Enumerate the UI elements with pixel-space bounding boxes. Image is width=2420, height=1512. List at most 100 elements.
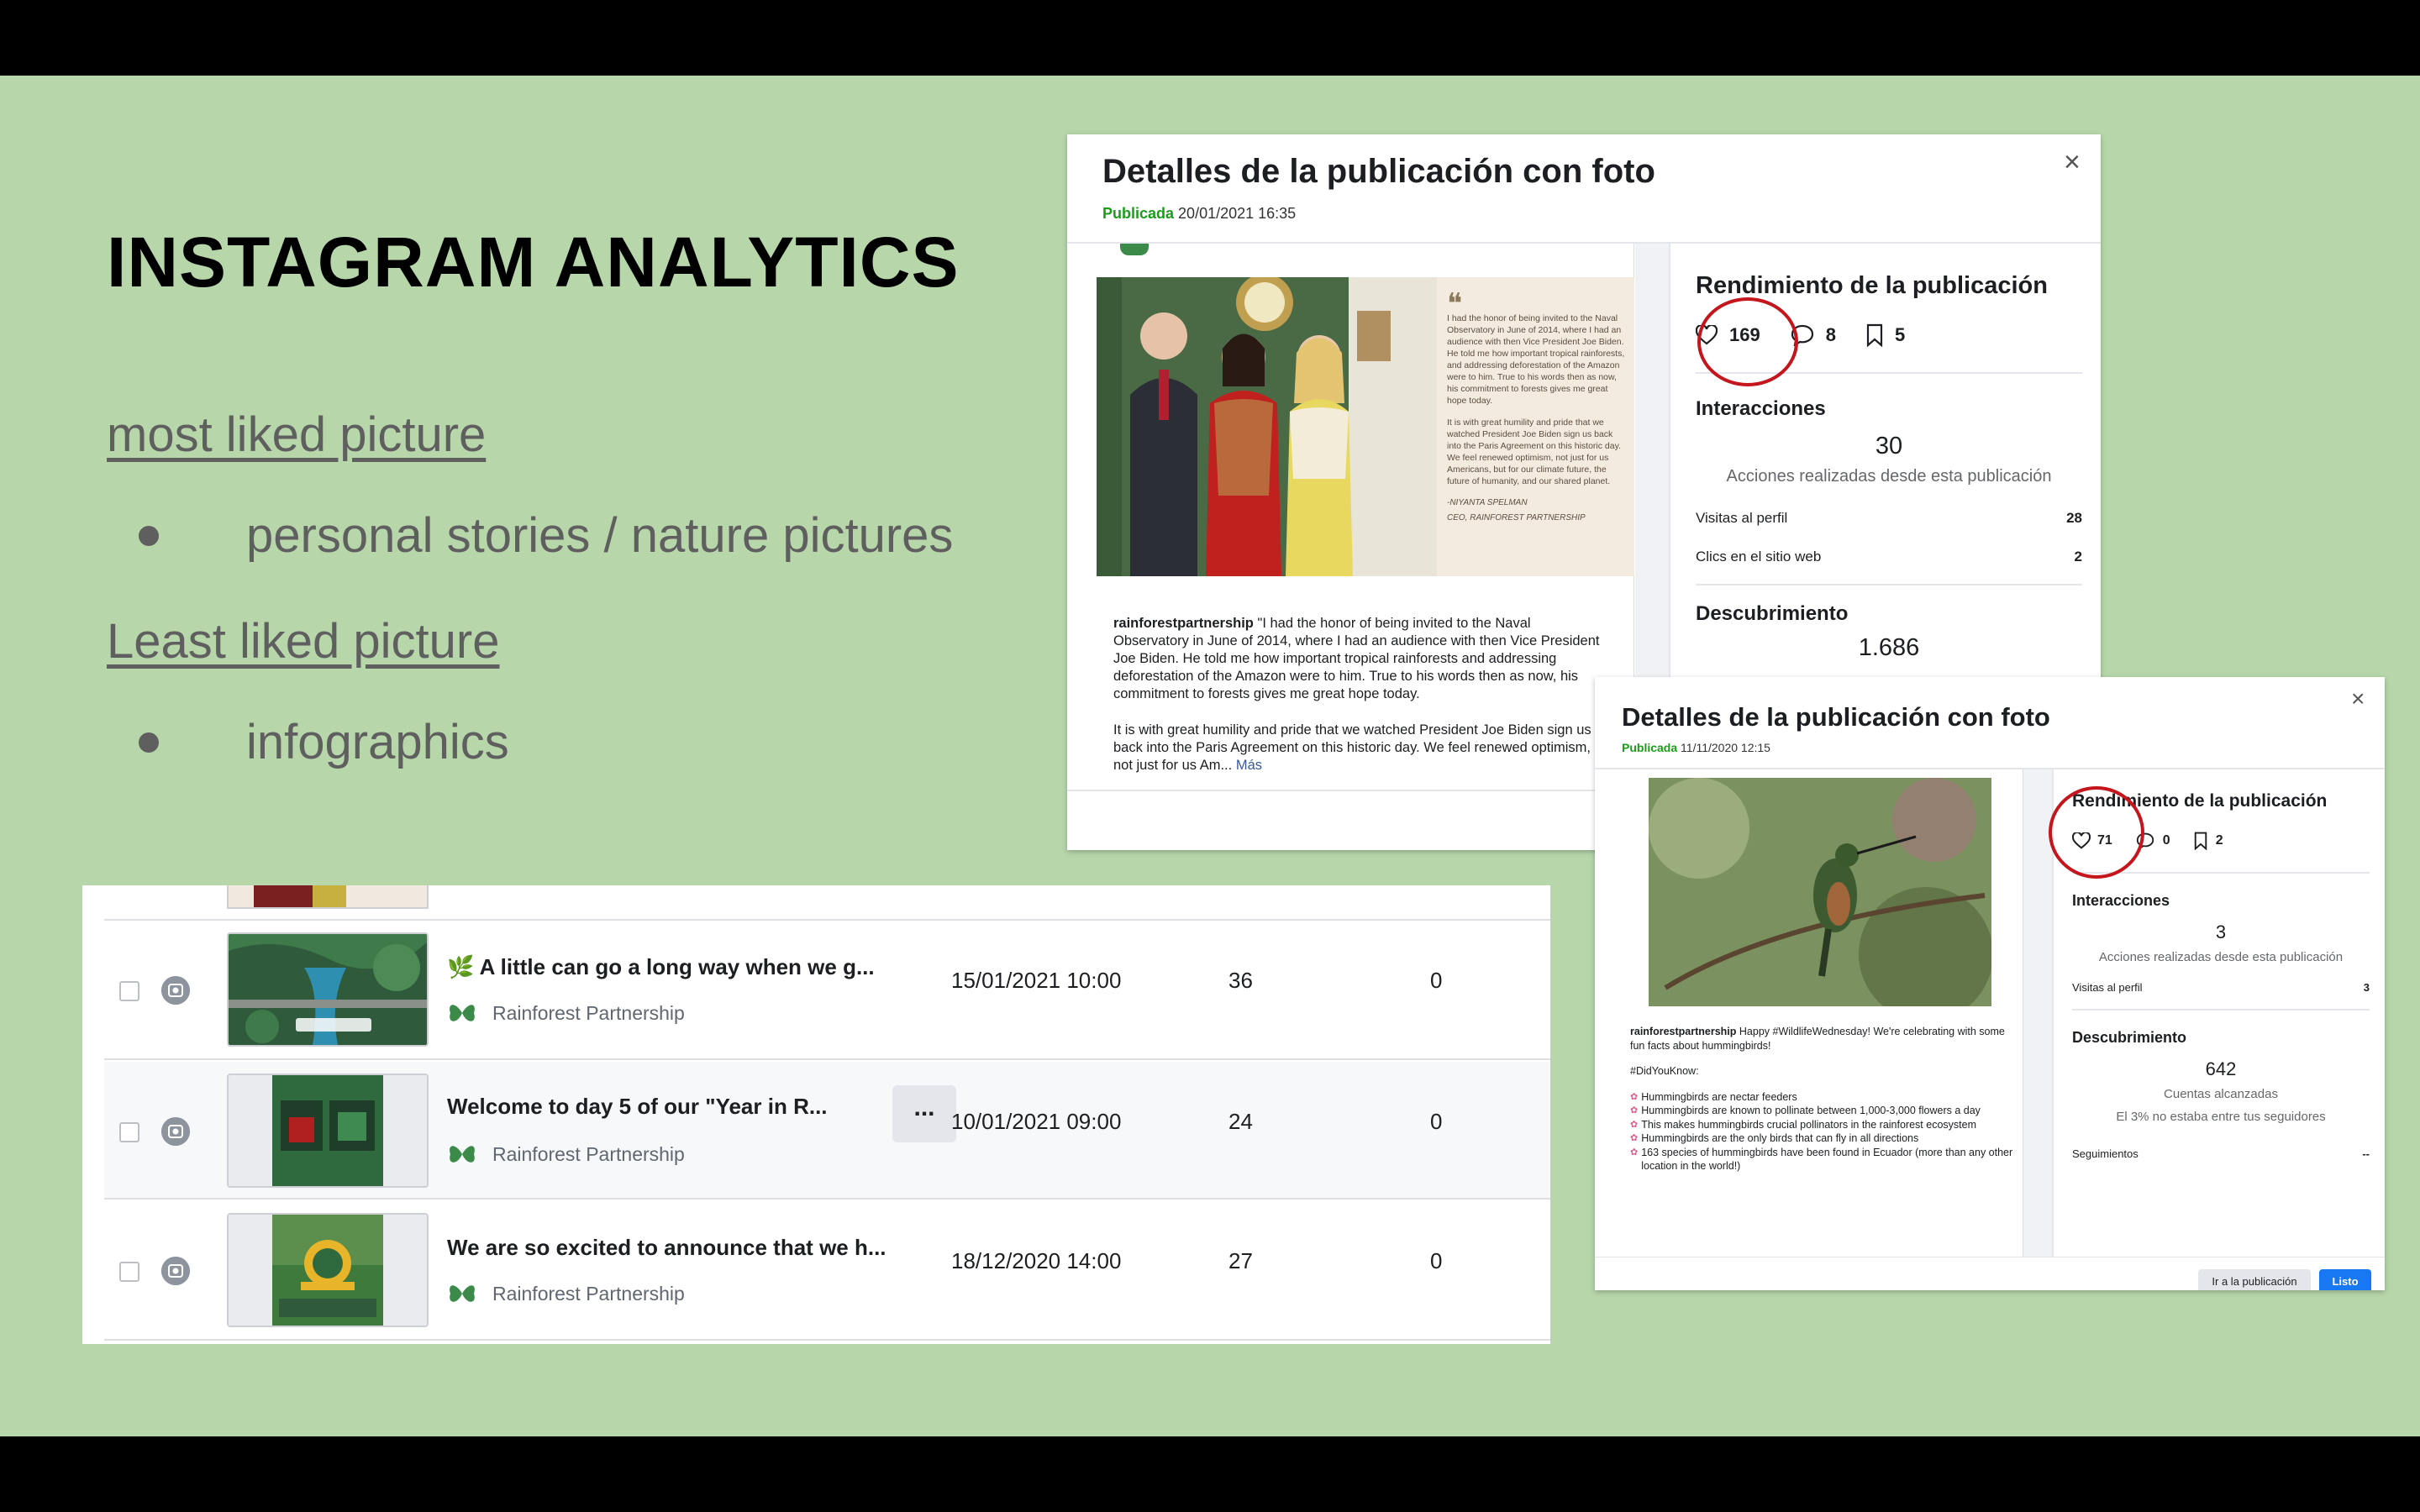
saves-stat: 5 <box>1866 323 1905 347</box>
more-link[interactable]: Más <box>1236 758 1262 773</box>
close-icon[interactable]: × <box>2064 148 2081 176</box>
post-other-metric: 0 <box>1430 1248 1443 1273</box>
row-checkbox[interactable] <box>119 1262 139 1282</box>
slide-title: INSTAGRAM ANALYTICS <box>107 223 960 302</box>
profile-visits-label: Visitas al perfil <box>1696 510 1788 526</box>
post-author: Rainforest Partnership <box>447 1142 685 1166</box>
comments-count: 8 <box>1825 324 1836 345</box>
post-photo[interactable] <box>1097 277 1437 576</box>
saves-count: 2 <box>2215 833 2223 848</box>
row-checkbox[interactable] <box>119 1122 139 1142</box>
least-liked-bullet-text: infographics <box>246 715 509 769</box>
post-author: Rainforest Partnership <box>447 1001 685 1025</box>
more-options-button[interactable]: ... <box>892 1085 956 1142</box>
most-liked-heading[interactable]: most liked picture <box>107 407 486 463</box>
posts-table: 🌿 A little can go a long way when we g..… <box>82 885 1550 1344</box>
post-thumbnail[interactable] <box>227 932 429 1047</box>
post-title[interactable]: We are so excited to announce that we h.… <box>447 1235 886 1261</box>
post-photo[interactable] <box>1649 778 1991 1006</box>
quote-paragraph: It is with great humility and pride that… <box>1447 417 1621 486</box>
instagram-post-icon <box>161 1117 190 1146</box>
post-date: 18/12/2020 14:00 <box>951 1248 1122 1273</box>
table-row[interactable]: 🌿 A little can go a long way when we g..… <box>104 921 1550 1060</box>
caption-username[interactable]: rainforestpartnership <box>1630 1026 1736 1037</box>
follows-label: Seguimientos <box>2072 1147 2139 1160</box>
reach-subtitle: El 3% no estaba entre tus seguidores <box>2116 1110 2326 1124</box>
go-to-post-button[interactable]: Ir a la publicación <box>2198 1269 2311 1290</box>
least-liked-heading[interactable]: Least liked picture <box>107 613 499 669</box>
profile-visits-value: 28 <box>2066 510 2082 526</box>
presentation-slide: INSTAGRAM ANALYTICS most liked picture p… <box>0 76 2420 1436</box>
table-row[interactable]: We are so excited to announce that we h.… <box>104 1201 1550 1341</box>
post-thumbnail[interactable] <box>227 1074 429 1188</box>
saves-count: 5 <box>1894 324 1906 345</box>
quote-signature-name: -NIYANTA SPELMAN <box>1447 498 1528 507</box>
quote-paragraph: I had the honor of being invited to the … <box>1447 313 1625 406</box>
bookmark-icon <box>1866 323 1883 347</box>
fact-text: 163 species of hummingbirds have been fo… <box>1641 1146 2013 1173</box>
fact-text: Hummingbirds are nectar feeders <box>1641 1090 1797 1103</box>
quote-signature-title: CEO, RAINFOREST PARTNERSHIP <box>1447 513 1586 522</box>
close-icon[interactable]: × <box>2351 687 2365 711</box>
quote-mark-icon: ❝ <box>1447 287 1463 321</box>
flower-icon: ✿ <box>1630 1119 1639 1130</box>
flower-icon: ✿ <box>1630 1091 1639 1102</box>
list-item: ✿ This makes hummingbirds crucial pollina… <box>1630 1118 2013 1132</box>
fact-text: Hummingbirds are known to pollinate betw… <box>1641 1105 1981 1116</box>
instagram-post-icon <box>161 1257 190 1285</box>
butterfly-logo-icon <box>1120 244 1149 255</box>
post-author: Rainforest Partnership <box>447 1282 685 1305</box>
highlight-circle <box>1697 297 1798 386</box>
divider <box>1696 584 2082 585</box>
least-liked-bullet: infographics <box>139 714 509 770</box>
bullet-dot-icon <box>139 732 159 753</box>
quote-card: ❝ I had the honor of being invited to th… <box>1437 277 1634 576</box>
publish-date: 20/01/2021 16:35 <box>1178 205 1297 222</box>
post-other-metric: 0 <box>1430 968 1443 993</box>
list-item: ✿ Hummingbirds are nectar feeders <box>1630 1090 2013 1105</box>
list-item: ✿ 163 species of hummingbirds have been f… <box>1630 1146 2013 1173</box>
butterfly-logo-icon <box>450 1146 475 1163</box>
discovery-value: 1.686 <box>1858 634 1920 661</box>
caption-hashtag: #DidYouKnow: <box>1630 1065 1699 1077</box>
table-row[interactable]: Welcome to day 5 of our "Year in R... ..… <box>104 1062 1550 1200</box>
highlight-circle <box>2049 786 2144 879</box>
post-reach: 27 <box>1228 1248 1253 1273</box>
post-thumbnail[interactable] <box>227 1213 429 1327</box>
publish-status: Publicada 11/11/2020 12:15 <box>1622 741 1770 754</box>
post-other-metric: 0 <box>1430 1109 1443 1134</box>
saves-stat: 2 <box>2194 832 2223 850</box>
instagram-post-icon <box>161 976 190 1005</box>
profile-visits-row: Visitas al perfil 3 <box>2072 981 2370 994</box>
performance-title: Rendimiento de la publicación <box>1696 272 2048 299</box>
post-title[interactable]: 🌿 A little can go a long way when we g..… <box>447 954 875 980</box>
most-liked-bullet-text: personal stories / nature pictures <box>246 508 954 563</box>
discovery-title: Descubrimiento <box>2072 1029 2187 1046</box>
flower-icon: ✿ <box>1630 1105 1639 1116</box>
post-author-name: Rainforest Partnership <box>492 1142 685 1165</box>
done-button[interactable]: Listo <box>2319 1269 2371 1290</box>
row-checkbox[interactable] <box>119 981 139 1001</box>
flower-icon: ✿ <box>1630 1133 1639 1143</box>
fact-text: Hummingbirds are the only birds that can… <box>1641 1132 1919 1144</box>
caption-username[interactable]: rainforestpartnership <box>1113 616 1254 631</box>
profile-visits-value: 3 <box>2363 981 2370 994</box>
status-label: Publicada <box>1622 741 1678 754</box>
post-reach: 36 <box>1228 968 1253 993</box>
discovery-title: Descubrimiento <box>1696 602 1849 625</box>
interactions-title: Interacciones <box>2072 892 2170 909</box>
butterfly-logo-icon <box>450 1285 475 1302</box>
post-title[interactable]: Welcome to day 5 of our "Year in R... <box>447 1094 828 1120</box>
status-label: Publicada <box>1102 205 1175 222</box>
interactions-title: Interacciones <box>1696 397 1826 420</box>
dialog-title: Detalles de la publicación con foto <box>1102 153 1655 190</box>
interactions-value: 30 <box>1875 433 1903 459</box>
post-caption: rainforestpartnership Happy #WildlifeWed… <box>1630 1025 2013 1173</box>
list-item: ✿ Hummingbirds are known to pollinate bet… <box>1630 1104 2013 1118</box>
divider <box>2072 1009 2370 1011</box>
website-clicks-value: 2 <box>2074 549 2082 564</box>
post-caption: rainforestpartnership "I had the honor o… <box>1113 615 1601 774</box>
post-author-name: Rainforest Partnership <box>492 1001 685 1024</box>
profile-visits-row: Visitas al perfil 28 <box>1696 510 2082 527</box>
follows-row: Seguimientos -- <box>2072 1147 2370 1160</box>
